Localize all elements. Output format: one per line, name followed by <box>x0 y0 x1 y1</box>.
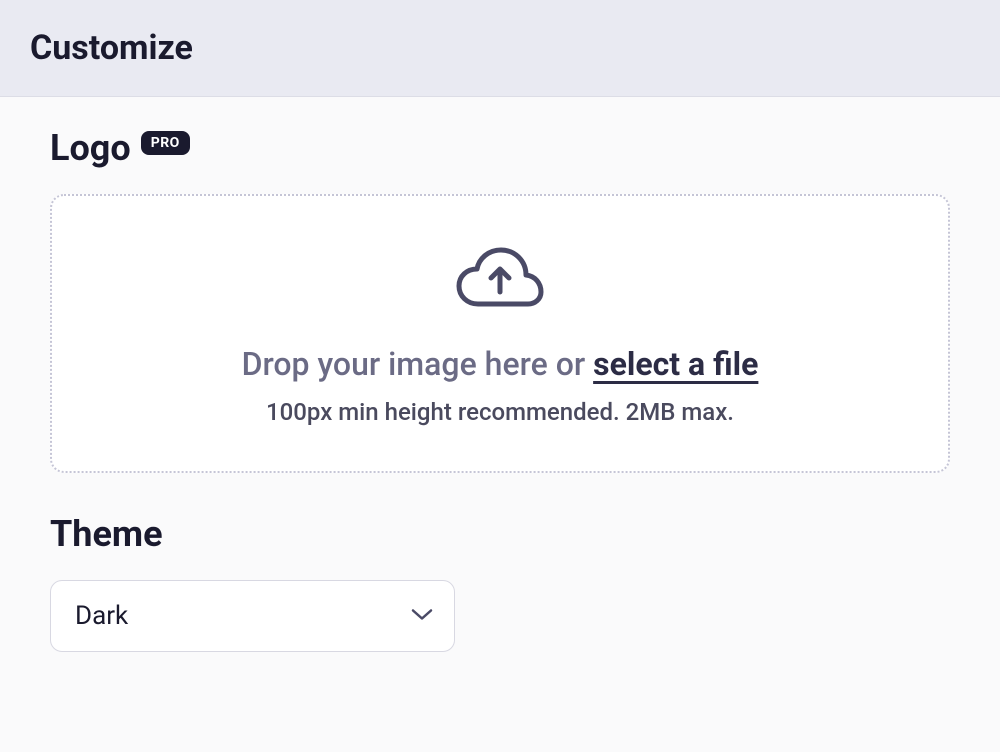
theme-select[interactable]: Dark <box>50 580 455 652</box>
page-title: Customize <box>30 28 970 68</box>
content: Logo PRO Drop your image here or select … <box>0 97 1000 722</box>
logo-section-title: Logo <box>50 127 131 169</box>
theme-select-wrapper: Dark <box>50 580 455 652</box>
pro-badge: PRO <box>141 131 190 155</box>
dropzone-text: Drop your image here or select a file <box>242 345 759 383</box>
header: Customize <box>0 0 1000 97</box>
dropzone-hint: 100px min height recommended. 2MB max. <box>266 398 734 426</box>
dropzone-prefix: Drop your image here or <box>242 345 594 383</box>
theme-section: Theme Dark <box>50 513 950 652</box>
cloud-upload-icon <box>455 246 545 345</box>
theme-section-header: Theme <box>50 513 950 555</box>
logo-section: Logo PRO Drop your image here or select … <box>50 127 950 473</box>
select-file-link[interactable]: select a file <box>593 345 758 383</box>
logo-section-header: Logo PRO <box>50 127 950 169</box>
logo-dropzone[interactable]: Drop your image here or select a file 10… <box>50 194 950 473</box>
theme-section-title: Theme <box>50 513 163 555</box>
